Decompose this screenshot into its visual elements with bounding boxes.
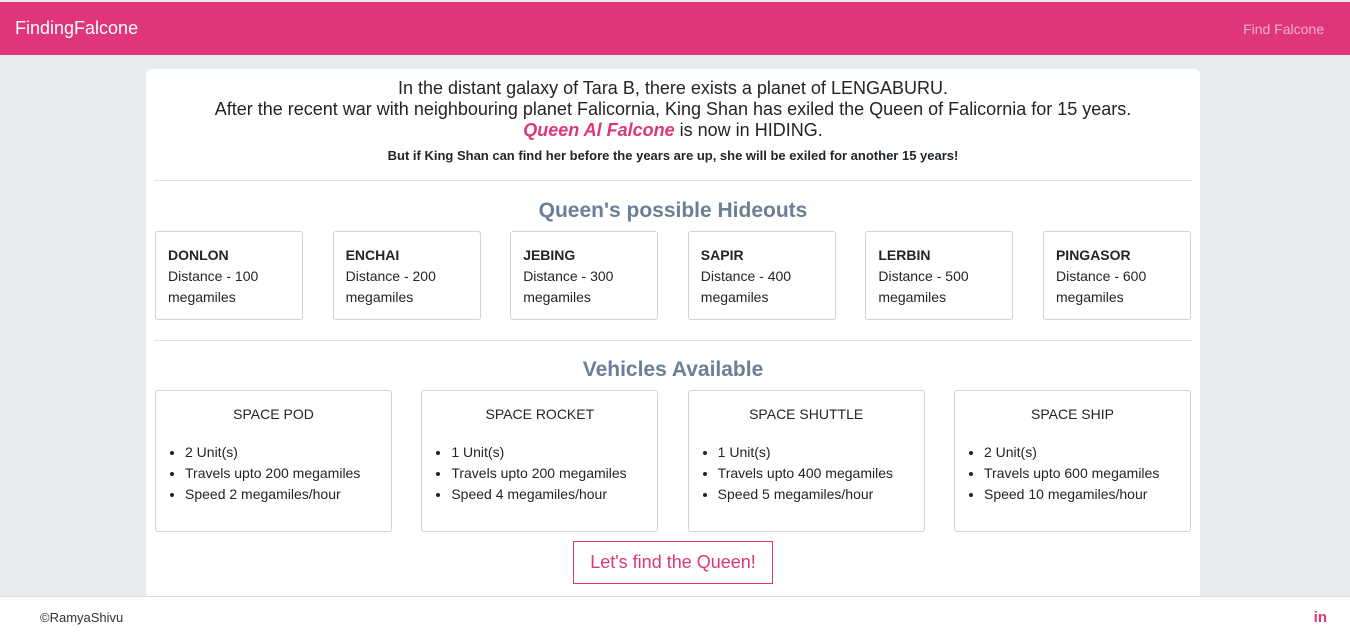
vehicle-list: SPACE POD 2 Unit(s) Travels upto 200 meg… bbox=[154, 390, 1192, 532]
planet-distance: Distance - 200 megamiles bbox=[345, 268, 436, 305]
planet-distance: Distance - 400 megamiles bbox=[700, 268, 792, 305]
vehicle-speed: Speed 2 megamiles/hour bbox=[185, 484, 391, 505]
planet-name: JEBING bbox=[523, 247, 576, 263]
intro-line-3-rest: is now in HIDING. bbox=[674, 120, 823, 140]
find-queen-button[interactable]: Let's find the Queen! bbox=[573, 541, 773, 584]
planet-distance: Distance - 100 megamiles bbox=[168, 268, 259, 305]
planet-name: SAPIR bbox=[700, 247, 744, 263]
linkedin-icon[interactable]: in bbox=[1314, 609, 1327, 626]
hideouts-title: Queen's possible Hideouts bbox=[538, 199, 808, 222]
vehicle-speed: Speed 10 megamiles/hour bbox=[984, 484, 1190, 505]
planet-distance: Distance - 600 megamiles bbox=[1055, 268, 1147, 305]
vehicle-card-space-ship: SPACE SHIP 2 Unit(s) Travels upto 600 me… bbox=[953, 390, 1191, 532]
vehicle-range: Travels upto 400 megamiles bbox=[718, 463, 924, 484]
vehicle-units: 2 Unit(s) bbox=[185, 442, 391, 463]
intro-line-2: After the recent war with neighbouring p… bbox=[214, 99, 1132, 119]
vehicle-details: 1 Unit(s) Travels upto 400 megamiles Spe… bbox=[689, 442, 924, 505]
vehicle-details: 1 Unit(s) Travels upto 200 megamiles Spe… bbox=[422, 442, 657, 505]
vehicle-details: 2 Unit(s) Travels upto 200 megamiles Spe… bbox=[156, 442, 391, 505]
planet-distance: Distance - 500 megamiles bbox=[878, 268, 969, 305]
planet-name: LERBIN bbox=[878, 247, 931, 263]
planet-card-jebing: JEBING Distance - 300 megamiles bbox=[510, 231, 659, 320]
vehicle-speed: Speed 5 megamiles/hour bbox=[718, 484, 924, 505]
planet-card-lerbin: LERBIN Distance - 500 megamiles bbox=[865, 231, 1014, 320]
planet-distance: Distance - 300 megamiles bbox=[523, 268, 614, 305]
find-falcone-link[interactable]: Find Falcone bbox=[1243, 21, 1324, 37]
vehicle-card-space-pod: SPACE POD 2 Unit(s) Travels upto 200 meg… bbox=[155, 390, 392, 532]
vehicle-name: SPACE ROCKET bbox=[485, 406, 595, 422]
intro-line-3: Queen Al Falcone is now in HIDING. bbox=[154, 120, 1192, 141]
page-footer: ©RamyaShivu in bbox=[0, 596, 1350, 637]
copyright-text: ©RamyaShivu bbox=[40, 609, 124, 625]
story-intro: In the distant galaxy of Tara B, there e… bbox=[154, 69, 1192, 164]
planet-card-enchai: ENCHAI Distance - 200 megamiles bbox=[332, 231, 481, 320]
intro-subtext: But if King Shan can find her before the… bbox=[387, 148, 959, 163]
vehicle-units: 2 Unit(s) bbox=[984, 442, 1190, 463]
vehicle-speed: Speed 4 megamiles/hour bbox=[451, 484, 657, 505]
vehicle-range: Travels upto 200 megamiles bbox=[451, 463, 657, 484]
divider bbox=[154, 340, 1192, 341]
planet-card-sapir: SAPIR Distance - 400 megamiles bbox=[687, 231, 836, 320]
cta-container: Let's find the Queen! bbox=[154, 541, 1192, 584]
vehicle-details: 2 Unit(s) Travels upto 600 megamiles Spe… bbox=[955, 442, 1190, 505]
vehicle-range: Travels upto 600 megamiles bbox=[984, 463, 1190, 484]
vehicle-range: Travels upto 200 megamiles bbox=[185, 463, 391, 484]
brand-logo[interactable]: FindingFalcone bbox=[15, 18, 138, 39]
planet-list: DONLON Distance - 100 megamiles ENCHAI D… bbox=[154, 231, 1192, 320]
intro-line-1: In the distant galaxy of Tara B, there e… bbox=[398, 78, 948, 98]
vehicle-card-space-shuttle: SPACE SHUTTLE 1 Unit(s) Travels upto 400… bbox=[687, 390, 925, 532]
vehicles-title: Vehicles Available bbox=[582, 358, 764, 381]
main-card: In the distant galaxy of Tara B, there e… bbox=[146, 69, 1200, 599]
planet-name: DONLON bbox=[168, 247, 229, 263]
planet-card-donlon: DONLON Distance - 100 megamiles bbox=[155, 231, 303, 320]
planet-name: ENCHAI bbox=[345, 247, 400, 263]
vehicle-name: SPACE SHUTTLE bbox=[749, 406, 864, 422]
vehicle-units: 1 Unit(s) bbox=[451, 442, 657, 463]
vehicle-name: SPACE SHIP bbox=[1030, 406, 1114, 422]
divider bbox=[154, 180, 1192, 181]
planet-card-pingasor: PINGASOR Distance - 600 megamiles bbox=[1042, 231, 1191, 320]
vehicle-name: SPACE POD bbox=[233, 406, 314, 422]
queen-name: Queen Al Falcone bbox=[523, 120, 675, 140]
planet-name: PINGASOR bbox=[1055, 247, 1131, 263]
top-navbar: FindingFalcone Find Falcone bbox=[0, 2, 1350, 55]
vehicle-card-space-rocket: SPACE ROCKET 1 Unit(s) Travels upto 200 … bbox=[421, 390, 659, 532]
vehicle-units: 1 Unit(s) bbox=[718, 442, 924, 463]
